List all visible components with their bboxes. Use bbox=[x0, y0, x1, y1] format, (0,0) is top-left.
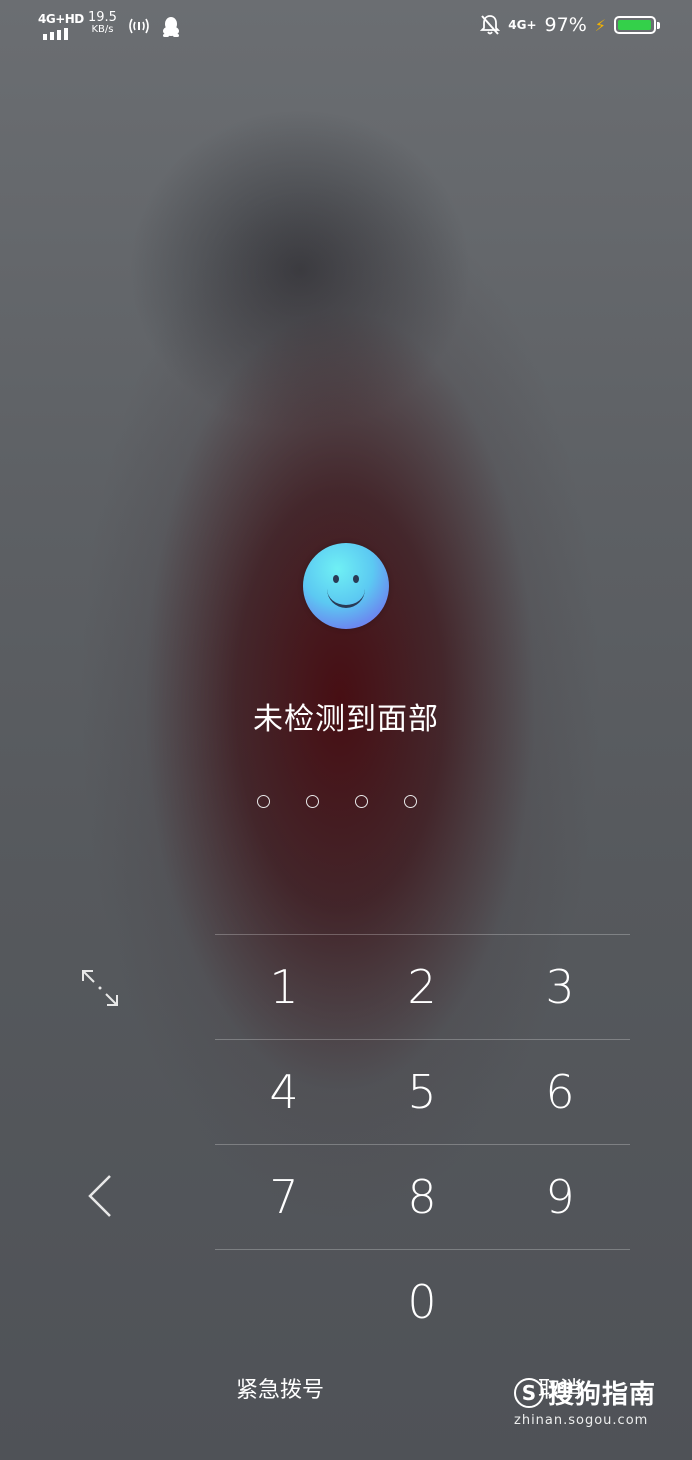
collapse-keypad-icon[interactable] bbox=[80, 968, 120, 1008]
key-2[interactable]: 2 bbox=[353, 935, 491, 1039]
network-speed-value: 19.5 bbox=[88, 10, 117, 25]
keypad-row: 0 bbox=[215, 1249, 630, 1354]
pin-dot bbox=[306, 795, 319, 808]
keypad-row: 7 8 9 bbox=[215, 1144, 630, 1249]
pin-dot bbox=[355, 795, 368, 808]
bell-off-icon bbox=[480, 15, 501, 35]
keypad-row: 4 5 6 bbox=[215, 1039, 630, 1144]
status-bar: 4G+HD 19.5 KB/s 4G+ 97% ⚡ bbox=[0, 0, 692, 54]
signal-label: 4G+HD bbox=[38, 12, 84, 26]
network-speed: 19.5 KB/s bbox=[88, 10, 117, 36]
battery-percent: 97% bbox=[544, 14, 587, 36]
key-9[interactable]: 9 bbox=[491, 1145, 629, 1249]
battery-fill bbox=[618, 20, 651, 30]
sogou-watermark: S 搜狗指南 zhinan.sogou.com bbox=[514, 1374, 674, 1428]
network-speed-unit: KB/s bbox=[91, 24, 114, 35]
face-not-detected-message: 未检测到面部 bbox=[253, 702, 439, 737]
emergency-call-button[interactable]: 紧急拨号 bbox=[236, 1372, 324, 1404]
keypad-row: 1 2 3 bbox=[215, 934, 630, 1039]
battery-icon bbox=[614, 16, 660, 34]
status-bar-right: 4G+ 97% ⚡ bbox=[480, 14, 660, 36]
charging-bolt-icon: ⚡ bbox=[594, 15, 606, 35]
qq-penguin-icon bbox=[162, 17, 179, 37]
key-5[interactable]: 5 bbox=[353, 1040, 491, 1144]
key-0[interactable]: 0 bbox=[353, 1250, 491, 1354]
back-chevron-icon[interactable] bbox=[85, 1172, 115, 1220]
key-7[interactable]: 7 bbox=[215, 1145, 353, 1249]
key-1[interactable]: 1 bbox=[215, 935, 353, 1039]
watermark-url: zhinan.sogou.com bbox=[514, 1413, 649, 1428]
key-4[interactable]: 4 bbox=[215, 1040, 353, 1144]
sogou-logo-icon: S bbox=[514, 1377, 544, 1408]
pin-dot bbox=[257, 795, 270, 808]
network-type-4g-icon: 4G+ bbox=[508, 18, 536, 32]
key-8[interactable]: 8 bbox=[353, 1145, 491, 1249]
numeric-keypad: 1 2 3 4 5 6 7 8 9 0 bbox=[215, 934, 630, 1354]
cellular-signal-icon: 4G+HD bbox=[38, 12, 84, 40]
smiley-face-icon bbox=[303, 543, 389, 629]
pin-dot bbox=[404, 795, 417, 808]
pin-indicator bbox=[257, 795, 417, 808]
key-3[interactable]: 3 bbox=[491, 935, 629, 1039]
hotspot-icon bbox=[129, 18, 149, 34]
network-type-label: 4G+ bbox=[508, 18, 537, 32]
watermark-brand: 搜狗指南 bbox=[548, 1380, 657, 1410]
key-6[interactable]: 6 bbox=[491, 1040, 629, 1144]
status-bar-left: 4G+HD 19.5 KB/s bbox=[38, 10, 181, 40]
